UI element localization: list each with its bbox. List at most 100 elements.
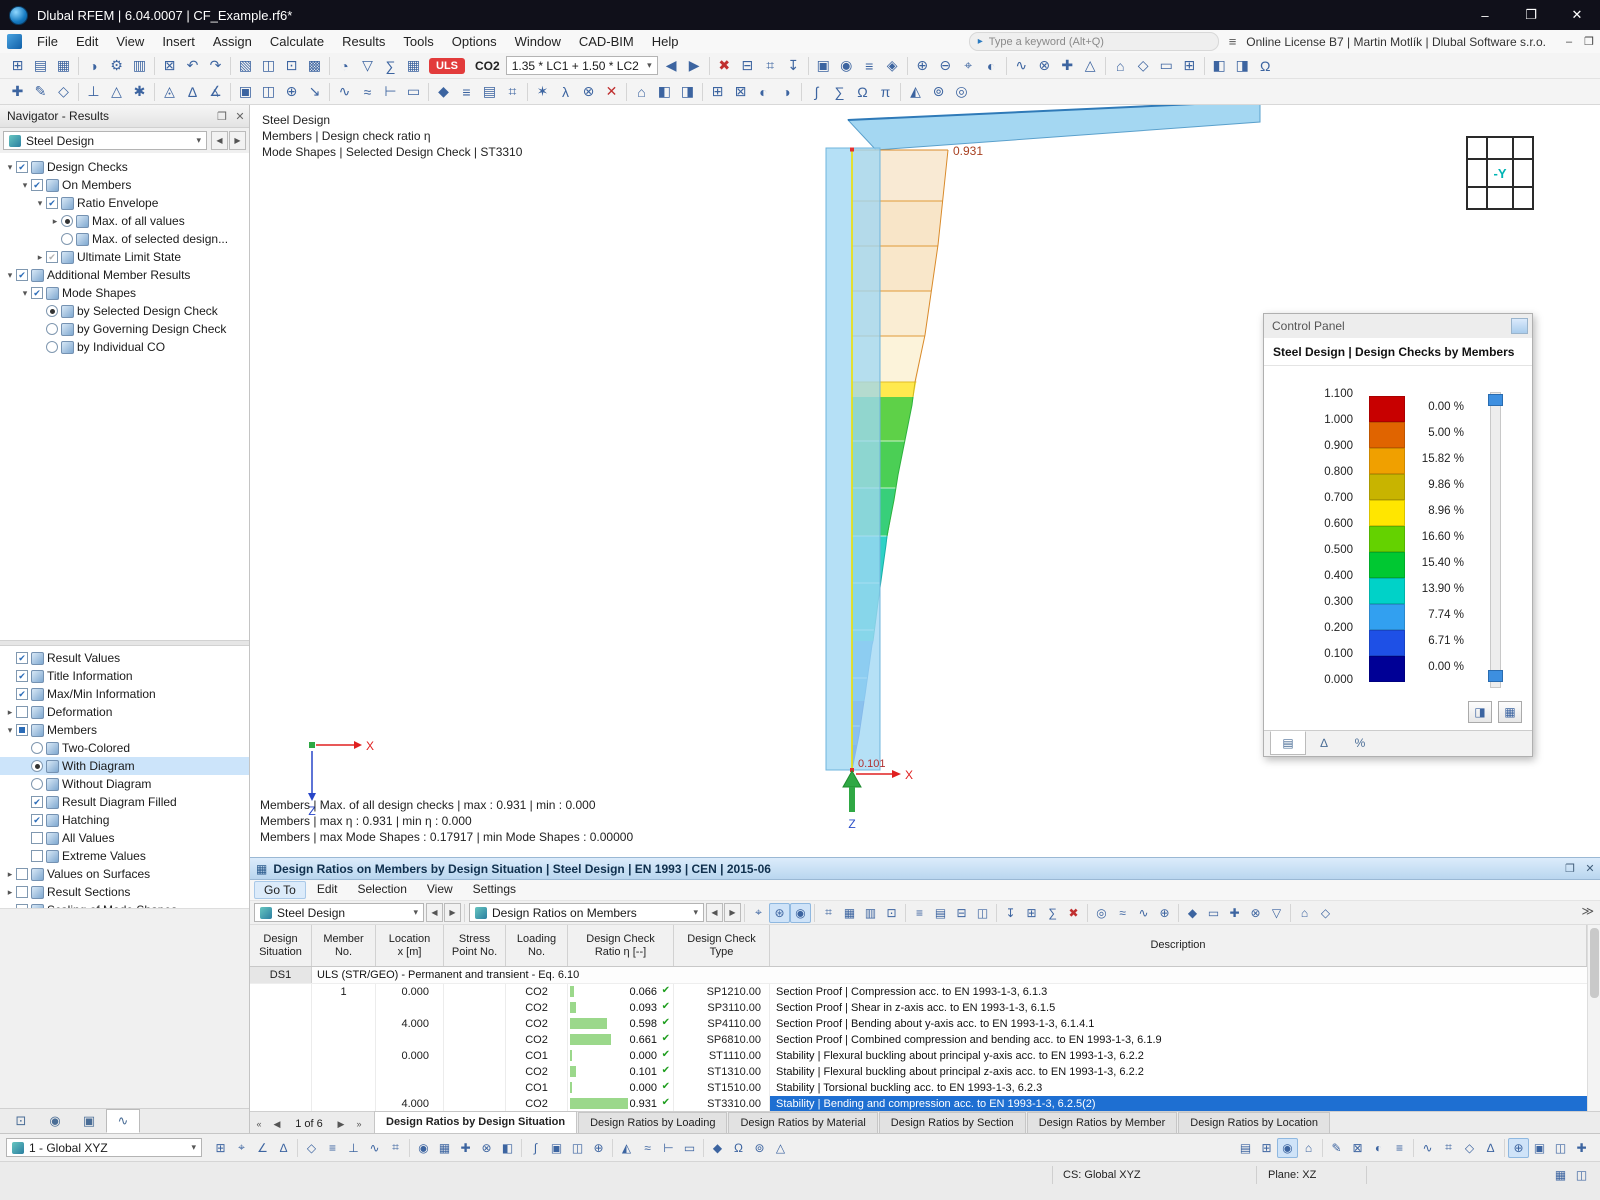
- toolbar-icon[interactable]: ◈: [881, 55, 904, 77]
- toolbar-icon[interactable]: λ: [554, 81, 577, 103]
- next-view-button[interactable]: ▶: [724, 903, 741, 922]
- toolbar-icon[interactable]: ◧: [1208, 55, 1231, 77]
- panel-restore-icon[interactable]: ❐: [1578, 35, 1600, 48]
- toolbar-icon[interactable]: △: [770, 1138, 791, 1158]
- tree-item[interactable]: ✔ Max/Min Information: [0, 685, 249, 703]
- toolbar-icon[interactable]: ▤: [930, 903, 951, 923]
- tree-item[interactable]: ▸ Max. of all values: [0, 212, 249, 230]
- toolbar-icon[interactable]: ◆: [432, 81, 455, 103]
- tree-item[interactable]: Max. of selected design...: [0, 230, 249, 248]
- tree-item[interactable]: ▾ Members: [0, 721, 249, 739]
- toolbar-icon[interactable]: ◉: [1277, 1137, 1298, 1158]
- checkbox[interactable]: ✔: [31, 814, 43, 826]
- toolbar-icon[interactable]: ⊞: [1021, 903, 1042, 923]
- panel-settings-icon[interactable]: [1511, 318, 1528, 334]
- node-top[interactable]: [850, 147, 854, 152]
- toolbar-icon[interactable]: ◫: [567, 1138, 588, 1158]
- toolbar-icon[interactable]: ⊕: [1508, 1137, 1529, 1158]
- toolbar-icon[interactable]: ◇: [1459, 1138, 1480, 1158]
- pager-next-button[interactable]: ▶: [332, 1114, 350, 1134]
- tree-item[interactable]: Extreme Values: [0, 847, 249, 865]
- radio-button[interactable]: [31, 742, 43, 754]
- keyword-search-input[interactable]: ▸ Type a keyword (Alt+Q): [968, 32, 1219, 51]
- toolbar-icon[interactable]: ⊛: [769, 902, 790, 923]
- toolbar-icon[interactable]: Ω: [728, 1138, 749, 1158]
- toolbar-icon[interactable]: ⊞: [706, 81, 729, 103]
- tree-item[interactable]: ✔ Title Information: [0, 667, 249, 685]
- tree-item[interactable]: ▸ Deformation: [0, 703, 249, 721]
- tree-item[interactable]: ✔ Result Values: [0, 649, 249, 667]
- checkbox[interactable]: ✔: [16, 652, 28, 664]
- toolbar-icon[interactable]: ✖: [713, 55, 736, 77]
- menu-item-assign[interactable]: Assign: [204, 30, 261, 53]
- radio-button[interactable]: [61, 233, 73, 245]
- toolbar-icon[interactable]: ◨: [1231, 55, 1254, 77]
- toolbar-icon[interactable]: ✚: [1224, 903, 1245, 923]
- toolbar-icon[interactable]: ⌂: [630, 81, 653, 103]
- toolbar-icon[interactable]: ▥: [128, 55, 151, 77]
- checkbox[interactable]: [16, 724, 28, 736]
- scale-slider-handle-bottom[interactable]: [1488, 670, 1503, 682]
- table-tab[interactable]: Design Ratios by Material: [728, 1112, 878, 1134]
- table-menu-view[interactable]: View: [418, 881, 462, 899]
- work-plane-select[interactable]: 1 - Global XYZ ▾: [6, 1138, 202, 1157]
- toolbar-icon[interactable]: ⊗: [577, 81, 600, 103]
- toolbar-icon[interactable]: ✖: [1063, 903, 1084, 923]
- toolbar-icon[interactable]: ⊢: [379, 81, 402, 103]
- toolbar-icon[interactable]: ▤: [478, 81, 501, 103]
- toolbar-icon[interactable]: ⌗: [759, 55, 782, 77]
- chevron-down-icon[interactable]: ▾: [34, 198, 46, 209]
- toolbar-icon[interactable]: ⊚: [927, 81, 950, 103]
- toolbar-icon[interactable]: ◬: [158, 81, 181, 103]
- close-icon[interactable]: ✕: [1580, 862, 1600, 875]
- radio-button[interactable]: [31, 760, 43, 772]
- toolbar-icon[interactable]: ⌖: [748, 903, 769, 923]
- toolbar-icon[interactable]: ✎: [29, 81, 52, 103]
- column-member[interactable]: [825, 147, 881, 771]
- toolbar-icon[interactable]: ▽: [356, 55, 379, 77]
- toolbar-icon[interactable]: ◐: [1368, 1138, 1389, 1158]
- chevron-down-icon[interactable]: ▾: [4, 162, 16, 173]
- toolbar-icon[interactable]: ◐: [980, 55, 1003, 77]
- toolbar-icon[interactable]: ⊟: [736, 55, 759, 77]
- table-row[interactable]: CO2 0.661 ✔ SP6810.00 Section Proof | Combin…: [250, 1032, 1587, 1048]
- scale-slider-handle-top[interactable]: [1488, 394, 1503, 406]
- toolbar-icon[interactable]: ↶: [181, 55, 204, 77]
- toolbar-icon[interactable]: ◫: [1571, 1165, 1592, 1185]
- menu-item-cad-bim[interactable]: CAD-BIM: [570, 30, 643, 53]
- toolbar-icon[interactable]: ⊟: [951, 903, 972, 923]
- toolbar-icon[interactable]: ◆: [1182, 903, 1203, 923]
- radio-button[interactable]: [31, 778, 43, 790]
- table-scrollbar[interactable]: [1587, 925, 1600, 1111]
- load-combination-select[interactable]: 1.35 * LC1 + 1.50 * LC2 ▾: [505, 56, 658, 75]
- checkbox[interactable]: ✔: [46, 197, 58, 209]
- toolbar-icon[interactable]: ▣: [234, 81, 257, 103]
- toolbar-icon[interactable]: ⊢: [658, 1138, 679, 1158]
- checkbox[interactable]: ✔: [16, 688, 28, 700]
- toolbar-icon[interactable]: ⊕: [588, 1138, 609, 1158]
- toolbar-icon[interactable]: ↘: [303, 81, 326, 103]
- tree-item[interactable]: ▸Scaling of Mode Shapes: [0, 901, 249, 908]
- toolbar-icon[interactable]: ▧: [234, 55, 257, 77]
- checkbox[interactable]: [31, 832, 43, 844]
- toolbar-icon[interactable]: ◉: [790, 902, 811, 923]
- table-menu-go-to[interactable]: Go To: [254, 881, 306, 899]
- tree-item[interactable]: Two-Colored: [0, 739, 249, 757]
- close-button[interactable]: ✕: [1554, 0, 1600, 30]
- toolbar-icon[interactable]: ⊡: [881, 903, 902, 923]
- toolbar-icon[interactable]: ▤: [29, 55, 52, 77]
- toolbar-icon[interactable]: ▣: [546, 1138, 567, 1158]
- toolbar-icon[interactable]: ◑: [775, 81, 798, 103]
- nav-tab-views[interactable]: ⊡: [4, 1109, 38, 1133]
- pager-first-button[interactable]: «: [250, 1114, 268, 1134]
- toolbar-icon[interactable]: ∿: [1010, 55, 1033, 77]
- support-symbol[interactable]: [842, 769, 862, 812]
- chevron-down-icon[interactable]: ▾: [19, 180, 31, 191]
- tree-item[interactable]: ▸ Result Sections: [0, 883, 249, 901]
- toolbar-icon[interactable]: ✱: [128, 81, 151, 103]
- toolbar-icon[interactable]: ≡: [909, 903, 930, 923]
- toolbar-icon[interactable]: △: [1079, 55, 1102, 77]
- toolbar-icon[interactable]: ⊕: [1154, 903, 1175, 923]
- table-tab[interactable]: Design Ratios by Member: [1026, 1112, 1178, 1134]
- tree-item[interactable]: ▸ ✔ Ultimate Limit State: [0, 248, 249, 266]
